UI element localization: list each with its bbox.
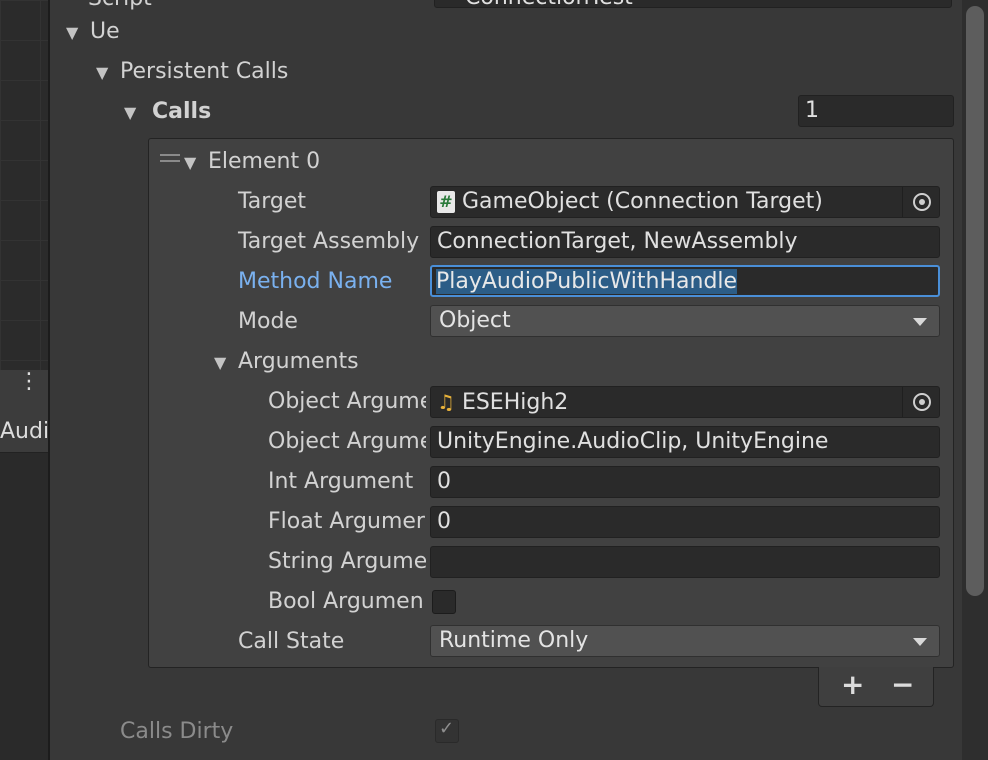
calls-dirty-label: Calls Dirty [120, 719, 234, 744]
object-argument-label: Object Argume [268, 389, 426, 414]
object-picker-icon[interactable] [913, 193, 931, 211]
script-label: Script [88, 0, 152, 14]
mode-dropdown[interactable]: Object [430, 305, 940, 337]
audio-tab[interactable]: Audio [0, 412, 48, 453]
target-assembly-field[interactable]: ConnectionTarget, NewAssembly [430, 226, 940, 258]
add-element-button[interactable]: + [841, 667, 864, 703]
script-file-icon: # [437, 191, 455, 213]
object-picker-icon[interactable] [913, 393, 931, 411]
mode-label: Mode [238, 309, 298, 334]
int-argument-field[interactable]: 0 [430, 466, 940, 498]
call-state-label: Call State [238, 629, 345, 654]
calls-foldout-icon[interactable]: ▼ [124, 98, 136, 128]
list-controls: + − [818, 667, 934, 707]
scene-grid [0, 0, 48, 370]
arguments-foldout-icon[interactable]: ▼ [214, 348, 226, 378]
script-value: ConnectionTest [441, 0, 633, 7]
script-field[interactable]: ConnectionTest [434, 0, 952, 8]
checkmark-icon: ✓ [439, 718, 455, 739]
int-argument-label: Int Argument [268, 469, 414, 494]
method-name-label: Method Name [238, 269, 393, 294]
dropdown-arrow-icon [913, 318, 927, 326]
object-argument-field[interactable]: ♫ ESEHigh2 [430, 386, 940, 418]
picker-separator [902, 387, 903, 417]
target-label: Target [238, 189, 307, 214]
dropdown-arrow-icon [913, 638, 927, 646]
object-argument-type-label: Object Argume [268, 429, 426, 454]
persistent-calls-label: Persistent Calls [120, 59, 289, 84]
target-object-field[interactable]: # GameObject (Connection Target) [430, 186, 940, 218]
calls-label: Calls [152, 99, 212, 124]
ue-label: Ue [90, 19, 120, 44]
bool-argument-checkbox[interactable] [432, 590, 456, 614]
audio-clip-icon: ♫ [437, 390, 455, 414]
element-0-title: Element 0 [208, 149, 321, 174]
call-state-dropdown[interactable]: Runtime Only [430, 625, 940, 657]
target-assembly-label: Target Assembly [238, 229, 420, 254]
more-options-icon[interactable]: ⋮ [18, 371, 40, 404]
persistent-calls-foldout-icon[interactable]: ▼ [96, 58, 108, 88]
calls-count-field[interactable]: 1 [798, 95, 954, 127]
method-name-field[interactable]: PlayAudioPublicWithHandle [430, 265, 940, 297]
object-argument-value: ESEHigh2 [461, 390, 569, 415]
calls-dirty-checkbox: ✓ [435, 718, 459, 743]
arguments-label: Arguments [238, 349, 359, 374]
target-value: GameObject (Connection Target) [462, 189, 823, 214]
scrollbar-thumb[interactable] [966, 6, 984, 596]
mode-value: Object [439, 308, 511, 333]
ue-foldout-icon[interactable]: ▼ [66, 18, 78, 48]
float-argument-field[interactable]: 0 [430, 506, 940, 538]
bool-argument-label: Bool Argumen [268, 589, 424, 614]
drag-handle-icon[interactable] [160, 154, 180, 168]
method-name-value: PlayAudioPublicWithHandle [436, 269, 738, 294]
object-argument-type-field[interactable]: UnityEngine.AudioClip, UnityEngine [430, 426, 940, 458]
audio-tab-label: Audio [0, 419, 48, 444]
remove-element-button[interactable]: − [891, 667, 914, 703]
string-argument-label: String Argume [268, 549, 426, 574]
element-0-foldout-icon[interactable]: ▼ [184, 148, 196, 178]
float-argument-label: Float Argumer [268, 509, 425, 534]
picker-separator [902, 187, 903, 217]
call-state-value: Runtime Only [439, 628, 589, 653]
string-argument-field[interactable] [430, 546, 940, 578]
